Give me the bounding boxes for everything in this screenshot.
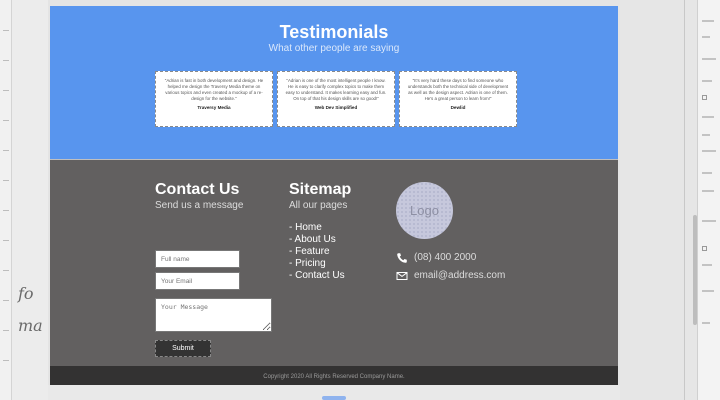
testimonials-subtitle: What other people are saying [268,43,400,54]
canvas-right-guide [684,0,685,400]
sitemap-link-feature[interactable]: - Feature [289,246,345,258]
testimonial-card: "It's very hard these days to find someo… [399,71,517,127]
email-input[interactable] [155,272,240,290]
full-name-input[interactable] [155,250,240,268]
contact-title: Contact Us [155,181,240,198]
contact-subtitle: Send us a message [155,200,244,211]
sitemap-link-contact[interactable]: - Contact Us [289,270,345,282]
testimonial-quote: "Adrian is fast in both development and … [164,78,264,102]
phone-number: (08) 400 2000 [414,252,477,263]
sitemap-link-pricing[interactable]: - Pricing [289,258,345,270]
copyright-text: Copyright 2020 All Rights Reserved Compa… [263,374,405,380]
handwritten-text-2: ma [18,316,43,335]
phone-row: (08) 400 2000 [396,252,476,264]
sitemap-subtitle: All our pages [289,200,348,211]
sitemap-link-home[interactable]: - Home [289,222,345,234]
page-canvas: Testimonials What other people are sayin… [50,6,618,385]
phone-icon [396,252,408,264]
sitemap-title: Sitemap [289,181,352,198]
sitemap-link-about[interactable]: - About Us [289,234,345,246]
inspector-panel[interactable] [697,0,720,400]
email-address: email@address.com [414,270,506,281]
section-divider [50,159,618,160]
left-gutter [12,0,48,400]
message-textarea[interactable] [155,298,272,332]
envelope-icon [396,270,408,282]
vertical-ruler [0,0,12,400]
testimonials-section: Testimonials What other people are sayin… [50,6,618,159]
submit-button[interactable]: Submit [155,340,211,357]
testimonial-quote: "Adrian is one of the most intelligent p… [285,78,387,102]
testimonial-quote: "It's very hard these days to find someo… [407,78,509,102]
testimonials-title: Testimonials [279,22,389,42]
testimonial-author: Dewlid [450,105,466,111]
canvas-resize-handle[interactable] [322,396,346,400]
email-row: email@address.com [396,270,505,282]
logo-placeholder: Logo [396,182,453,239]
testimonial-card: "Adrian is one of the most intelligent p… [277,71,395,127]
handwritten-text-1: fo [18,284,34,303]
testimonial-author: Web Dev Simplified [314,105,358,111]
testimonial-author: Traversy Media [197,105,231,111]
testimonial-card: "Adrian is fast in both development and … [155,71,273,127]
sitemap-links: - Home - About Us - Feature - Pricing - … [289,222,345,282]
